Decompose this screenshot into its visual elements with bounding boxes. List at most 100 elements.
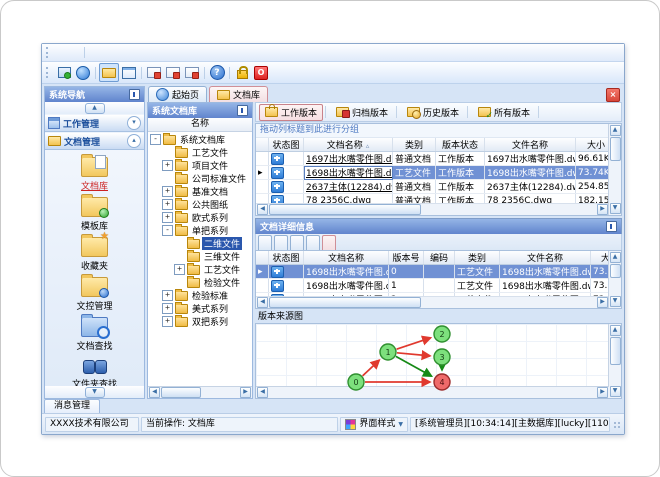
table-vscrollbar[interactable]: ▲ ▼ bbox=[608, 124, 621, 215]
tree-node[interactable]: - 系统文档库 bbox=[148, 132, 252, 146]
table-cell[interactable]: 73.00KB bbox=[590, 278, 609, 293]
mail-error-icon[interactable] bbox=[183, 64, 201, 81]
table-cell[interactable]: 工艺文件 bbox=[454, 264, 500, 279]
globe-icon[interactable] bbox=[74, 64, 92, 81]
mail-send-icon[interactable] bbox=[145, 64, 163, 81]
column-header[interactable]: 大小 bbox=[590, 251, 609, 265]
detail-tab[interactable] bbox=[258, 235, 272, 250]
table-row[interactable]: 78 2356C.dwg普通文档工作版本78 2356C.dwg182.15KB… bbox=[256, 193, 609, 203]
scroll-up-icon[interactable]: ▲ bbox=[609, 125, 621, 136]
version-filter-button[interactable]: 归档版本 bbox=[330, 104, 394, 121]
scroll-right-icon[interactable]: ▶ bbox=[597, 297, 608, 308]
tree-node[interactable]: + 检验标准 bbox=[148, 288, 252, 302]
table-row[interactable]: 1697出水嘴零件图.dwg普通文档工作版本1697出水嘴零件图.dwg96.6… bbox=[256, 151, 609, 166]
table-cell[interactable]: 工艺文件 bbox=[392, 165, 436, 180]
detail-tab[interactable] bbox=[306, 235, 320, 250]
table-cell[interactable]: 1 bbox=[388, 278, 424, 293]
menu-item[interactable] bbox=[87, 52, 101, 54]
tree-node[interactable]: + 欧式系列 bbox=[148, 210, 252, 224]
menu-item[interactable] bbox=[54, 52, 68, 54]
menu-item[interactable] bbox=[101, 52, 115, 54]
scroll-thumb[interactable] bbox=[269, 204, 421, 215]
scroll-down-icon[interactable]: ▼ bbox=[84, 386, 105, 398]
sidebar-item[interactable]: 文档库 bbox=[80, 154, 108, 192]
window-new-icon[interactable] bbox=[55, 64, 73, 81]
column-header[interactable]: 版本状态 bbox=[435, 138, 485, 152]
menu-item[interactable] bbox=[115, 52, 129, 54]
table-cell[interactable]: 普通文档 bbox=[392, 193, 436, 203]
column-header[interactable]: 状态图 bbox=[268, 138, 304, 152]
tree-node[interactable]: 公司标准文件 bbox=[148, 171, 252, 185]
tree-expander-icon[interactable]: + bbox=[162, 316, 173, 327]
status-cell[interactable] bbox=[268, 193, 304, 203]
tree-hscrollbar[interactable]: ◀ ▶ bbox=[148, 386, 252, 398]
detail-tab[interactable] bbox=[290, 235, 304, 250]
table-hscrollbar[interactable]: ◀ ▶ bbox=[256, 296, 609, 308]
menu-item[interactable] bbox=[68, 52, 82, 54]
tree-node[interactable]: + 双把系列 bbox=[148, 314, 252, 328]
tab-message-management[interactable]: 消息管理 bbox=[44, 399, 101, 413]
table-cell[interactable]: 1698出水嘴零件图.dwg bbox=[499, 264, 591, 279]
scroll-thumb[interactable] bbox=[609, 137, 621, 161]
column-header[interactable]: 文档名称 ▵ bbox=[303, 138, 393, 152]
table-cell[interactable]: 1698出水嘴零件图.dwg bbox=[484, 165, 576, 180]
scroll-up-icon[interactable]: ▲ bbox=[609, 252, 621, 263]
group-by-hint[interactable]: 拖动列标题到此进行分组 bbox=[256, 124, 609, 138]
scroll-up-icon[interactable]: ▲ bbox=[84, 102, 105, 114]
chevron-up-icon[interactable]: ▴ bbox=[127, 134, 141, 148]
column-header[interactable]: 大小 bbox=[575, 138, 609, 152]
tree-node[interactable]: + 基准文档 bbox=[148, 184, 252, 198]
tab-start-page[interactable]: 起始页 bbox=[148, 86, 208, 102]
tree-expander-icon[interactable]: + bbox=[162, 186, 173, 197]
scroll-left-icon[interactable]: ◀ bbox=[257, 204, 268, 215]
column-header[interactable]: 状态图 bbox=[268, 251, 304, 265]
tree-node[interactable]: 三维文件 bbox=[148, 249, 252, 263]
table-row[interactable]: ▸1698出水嘴零件图.dwg0工艺文件1698出水嘴零件图.dwg73.00K… bbox=[256, 264, 609, 279]
folder-open-icon[interactable] bbox=[99, 63, 119, 82]
detail-tab[interactable] bbox=[322, 235, 336, 250]
table-cell[interactable]: 96.61KB bbox=[575, 151, 609, 166]
table-cell[interactable]: 2637主体(12284).dwg bbox=[303, 179, 393, 194]
detail-tab[interactable] bbox=[274, 235, 288, 250]
table-cell[interactable]: 普通文档 bbox=[392, 179, 436, 194]
table-cell[interactable] bbox=[423, 264, 455, 279]
help-icon[interactable] bbox=[208, 64, 226, 81]
table-hscrollbar[interactable]: ◀ ▶ bbox=[256, 203, 609, 215]
table-cell[interactable]: 工艺文件 bbox=[454, 278, 500, 293]
tree-node[interactable]: 工艺文件 bbox=[148, 145, 252, 159]
pin-icon[interactable] bbox=[237, 105, 248, 116]
table-cell[interactable]: 工作版本 bbox=[435, 151, 485, 166]
ui-style-selector[interactable]: 界面样式 ▼ bbox=[340, 416, 408, 432]
column-header[interactable]: 文件名称 bbox=[484, 138, 576, 152]
scroll-down-icon[interactable]: ▼ bbox=[609, 203, 621, 214]
tree-node[interactable]: + 公共图纸 bbox=[148, 197, 252, 211]
table-cell[interactable]: 2637主体(12284).dwg bbox=[484, 179, 576, 194]
table-cell[interactable]: 1698出水嘴零件图.dwg bbox=[499, 278, 591, 293]
tree-expander-icon[interactable]: - bbox=[150, 134, 161, 145]
tree-node[interactable]: 检验文件 bbox=[148, 275, 252, 289]
table-cell[interactable]: 1698出水嘴零件图.dwg bbox=[303, 165, 393, 180]
tree-expander-icon[interactable]: - bbox=[162, 225, 173, 236]
table-cell[interactable]: 1698出水嘴零件图.dwg bbox=[303, 264, 389, 279]
scroll-down-icon[interactable]: ▼ bbox=[609, 296, 621, 307]
table-cell[interactable] bbox=[423, 278, 455, 293]
lock-icon[interactable] bbox=[233, 64, 251, 81]
tree-expander-icon[interactable]: + bbox=[162, 160, 173, 171]
scroll-thumb[interactable] bbox=[609, 264, 621, 278]
table-cell[interactable]: 工作版本 bbox=[435, 165, 485, 180]
column-header[interactable]: 版本号 bbox=[388, 251, 424, 265]
table-row[interactable]: 2637主体(12284).dwg普通文档工作版本2637主体(12284).d… bbox=[256, 179, 609, 194]
table-cell[interactable]: 工作版本 bbox=[435, 179, 485, 194]
layout-icon[interactable] bbox=[120, 64, 138, 81]
sidebar-item[interactable]: 文档查找 bbox=[76, 314, 113, 352]
scroll-left-icon[interactable]: ◀ bbox=[257, 297, 268, 308]
table-cell[interactable]: 工作版本 bbox=[435, 193, 485, 203]
tree-node[interactable]: + 美式系列 bbox=[148, 301, 252, 315]
sidebar-panel-work[interactable]: 工作管理 ▾ bbox=[45, 114, 144, 132]
status-cell[interactable] bbox=[268, 179, 304, 194]
table-cell[interactable]: 1697出水嘴零件图.dwg bbox=[303, 151, 393, 166]
table-cell[interactable]: 182.15KB bbox=[575, 193, 609, 203]
table-cell[interactable]: 0 bbox=[388, 264, 424, 279]
version-filter-button[interactable]: 历史版本 bbox=[401, 104, 465, 121]
scroll-thumb[interactable] bbox=[161, 387, 201, 398]
